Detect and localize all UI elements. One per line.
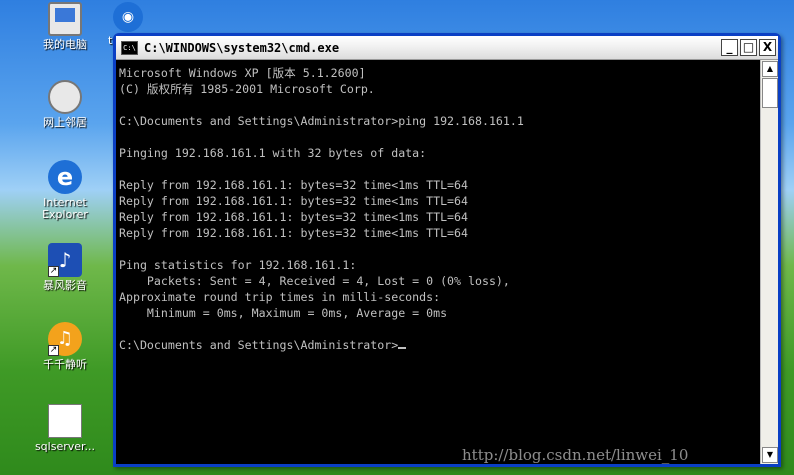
scroll-down-button[interactable]: ▼ bbox=[762, 447, 778, 463]
icon-label: 千千静听 bbox=[43, 358, 87, 371]
watermark: http://blog.csdn.net/linwei_10 bbox=[462, 446, 689, 464]
console-line: Minimum = 0ms, Maximum = 0ms, Average = … bbox=[119, 306, 448, 320]
icon-label: 我的电脑 bbox=[43, 38, 87, 51]
text-cursor bbox=[398, 347, 407, 349]
ttplayer-icon: ♫ ↗ bbox=[48, 322, 82, 356]
console-line: Packets: Sent = 4, Received = 4, Lost = … bbox=[119, 274, 510, 288]
icon-label: Internet Explorer bbox=[42, 196, 88, 221]
console-line: Reply from 192.168.161.1: bytes=32 time<… bbox=[119, 194, 469, 208]
console-output[interactable]: Microsoft Windows XP [版本 5.1.2600] (C) 版… bbox=[116, 60, 760, 464]
my-computer-icon bbox=[48, 2, 82, 36]
console-line: C:\Documents and Settings\Administrator> bbox=[119, 338, 399, 352]
desktop-icon-ttplayer[interactable]: ♫ ↗ 千千静听 bbox=[27, 322, 103, 371]
console-line: Ping statistics for 192.168.161.1: bbox=[119, 258, 357, 272]
close-button[interactable]: X bbox=[759, 39, 776, 56]
baofeng-player-icon: ♪ ↗ bbox=[48, 243, 82, 277]
shortcut-arrow-icon: ↗ bbox=[48, 266, 59, 277]
vertical-scrollbar[interactable]: ▲ ▼ bbox=[760, 60, 778, 464]
internet-explorer-icon: e bbox=[48, 160, 82, 194]
desktop-icon-my-computer[interactable]: 我的电脑 bbox=[27, 2, 103, 51]
scroll-up-button[interactable]: ▲ bbox=[762, 61, 778, 77]
maximize-button[interactable]: □ bbox=[740, 39, 757, 56]
document-icon bbox=[48, 404, 82, 438]
console-line: Approximate round trip times in milli-se… bbox=[119, 290, 441, 304]
icon-label: 网上邻居 bbox=[43, 116, 87, 129]
scroll-thumb[interactable] bbox=[762, 78, 778, 108]
network-places-icon bbox=[48, 80, 82, 114]
desktop-icon-sqlserver[interactable]: sqlserver... bbox=[27, 404, 103, 453]
console-line: (C) 版权所有 1985-2001 Microsoft Corp. bbox=[119, 82, 375, 96]
globe-icon: ◉ bbox=[113, 2, 143, 32]
icon-label: sqlserver... bbox=[34, 440, 96, 453]
desktop-icon-network-places[interactable]: 网上邻居 bbox=[27, 80, 103, 129]
minimize-button[interactable]: _ bbox=[721, 39, 738, 56]
title-bar[interactable]: C:\ C:\WINDOWS\system32\cmd.exe _ □ X bbox=[116, 36, 778, 60]
console-text: Microsoft Windows XP [版本 5.1.2600] (C) 版… bbox=[119, 65, 760, 353]
console-line: Reply from 192.168.161.1: bytes=32 time<… bbox=[119, 210, 469, 224]
console-line: Microsoft Windows XP [版本 5.1.2600] bbox=[119, 66, 366, 80]
shortcut-arrow-icon: ↗ bbox=[48, 345, 59, 356]
window-title: C:\WINDOWS\system32\cmd.exe bbox=[144, 41, 340, 55]
console-line: Reply from 192.168.161.1: bytes=32 time<… bbox=[119, 226, 469, 240]
console-line: Pinging 192.168.161.1 with 32 bytes of d… bbox=[119, 146, 427, 160]
cmd-window[interactable]: C:\ C:\WINDOWS\system32\cmd.exe _ □ X Mi… bbox=[113, 33, 781, 467]
desktop-icon-baofeng[interactable]: ♪ ↗ 暴风影音 bbox=[27, 243, 103, 292]
icon-label: 暴风影音 bbox=[43, 279, 87, 292]
console-line: Reply from 192.168.161.1: bytes=32 time<… bbox=[119, 178, 469, 192]
console-line: C:\Documents and Settings\Administrator>… bbox=[119, 114, 524, 128]
desktop-icon-internet-explorer[interactable]: e Internet Explorer bbox=[27, 160, 103, 221]
cmd-icon[interactable]: C:\ bbox=[121, 41, 138, 55]
